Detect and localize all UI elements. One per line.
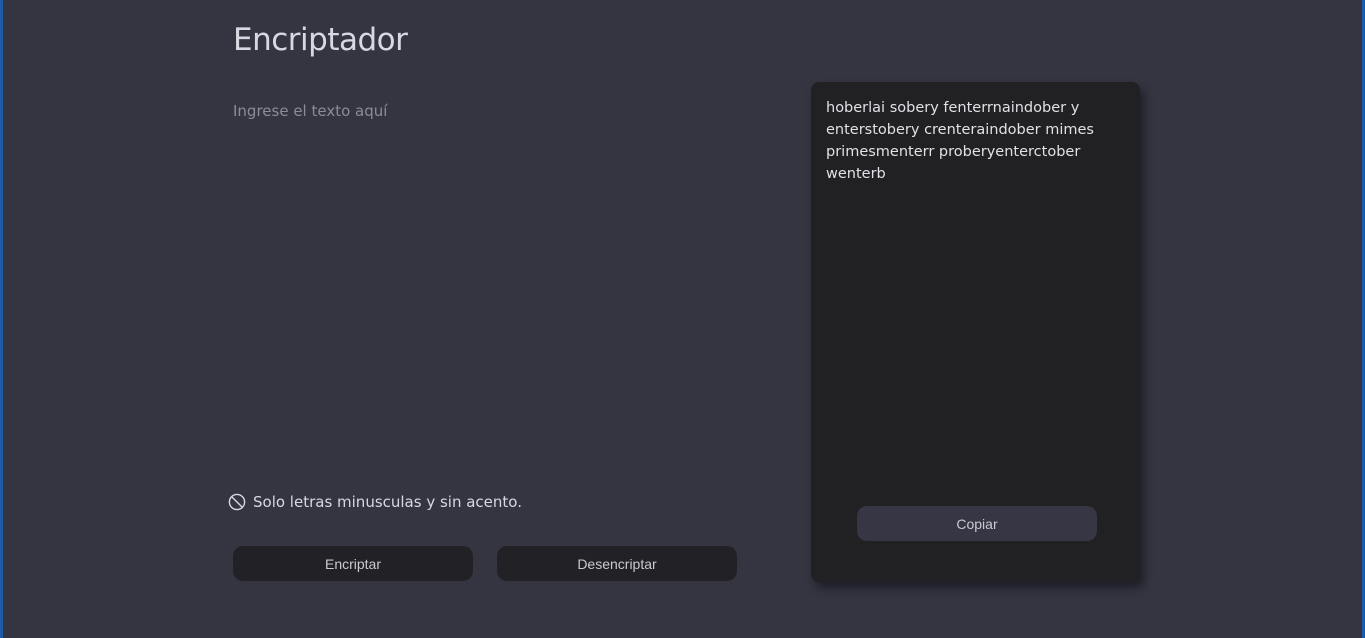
text-input[interactable] [233, 100, 753, 460]
output-panel: hoberlai sobery fenterrnaindober y enter… [811, 82, 1140, 582]
hint-text: Solo letras minusculas y sin acento. [253, 493, 522, 511]
decrypt-button[interactable]: Desencriptar [497, 546, 737, 581]
prohibited-icon [227, 492, 247, 512]
output-text: hoberlai sobery fenterrnaindober y enter… [826, 100, 1094, 182]
copy-button[interactable]: Copiar [857, 506, 1097, 541]
hint-message: Solo letras minusculas y sin acento. [227, 492, 522, 512]
encrypt-button[interactable]: Encriptar [233, 546, 473, 581]
page-title: Encriptador [233, 22, 408, 58]
